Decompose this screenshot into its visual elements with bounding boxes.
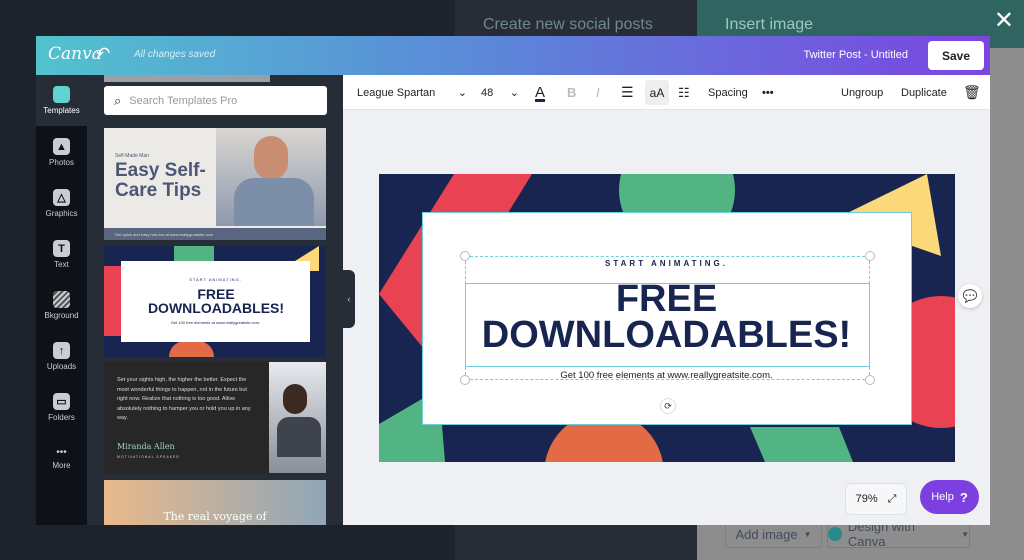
font-family-value: League Spartan — [357, 86, 436, 99]
ungroup-button[interactable]: Ungroup — [841, 75, 883, 110]
case-icon[interactable]: aA — [645, 80, 669, 105]
templates-icon — [53, 86, 70, 103]
white-card[interactable]: START ANIMATING. FREE DOWNLOADABLES! Get… — [422, 212, 912, 425]
duplicate-button[interactable]: Duplicate — [901, 75, 947, 110]
insert-image-title: Insert image — [725, 16, 814, 33]
green-bottom-right-shape — [750, 427, 853, 462]
template-thumbnail[interactable]: START ANIMATING. FREE DOWNLOADABLES! Get… — [104, 246, 326, 357]
background-icon — [53, 291, 70, 308]
more-icon: ••• — [56, 447, 67, 458]
canva-logo: Canva — [48, 44, 102, 64]
document-title[interactable]: Twitter Post - Untitled — [803, 49, 908, 61]
canva-logo-icon — [828, 527, 842, 541]
text-icon: T — [53, 240, 70, 257]
template-kicker: Self-Made Man — [115, 153, 149, 159]
sidebar-item-label: More — [52, 461, 71, 470]
man-photo — [216, 128, 326, 226]
italic-icon[interactable]: I — [596, 75, 600, 110]
sidebar-item-photos[interactable]: ▲ Photos — [36, 127, 87, 178]
text-color-icon[interactable]: A — [535, 75, 545, 110]
design-heading-line1[interactable]: FREE — [423, 280, 910, 318]
sidebar-item-background[interactable]: Bkground — [36, 280, 87, 331]
caret-down-icon: ▼ — [803, 529, 812, 539]
close-button[interactable]: ✕ — [994, 6, 1014, 35]
more-options-icon[interactable]: ••• — [762, 75, 774, 110]
design-heading-line2[interactable]: DOWNLOADABLES! — [423, 316, 910, 354]
graphics-icon: △ — [53, 189, 70, 206]
sidebar-item-label: Bkground — [44, 311, 79, 320]
orange-shape — [169, 341, 214, 357]
help-label: Help — [931, 491, 954, 503]
template-footer: Get 100 free elements at www.reallygreat… — [170, 320, 261, 325]
templates-panel: ⌕ Search Templates Pro Self-Made Man Easy… — [87, 75, 343, 525]
template-title: The real voyage of — [163, 510, 267, 523]
sidebar-item-templates[interactable]: Templates — [36, 75, 87, 126]
bold-icon[interactable]: B — [567, 75, 576, 110]
search-input[interactable]: ⌕ Search Templates Pro — [104, 86, 327, 115]
trash-icon[interactable]: 🗑 — [963, 75, 981, 110]
photos-icon: ▲ — [53, 138, 70, 155]
help-button[interactable]: Help? — [920, 480, 979, 514]
save-button[interactable]: Save — [928, 41, 984, 70]
template-card: START ANIMATING. FREE DOWNLOADABLES! Get… — [121, 261, 310, 342]
add-comment-icon[interactable]: 💬 — [958, 284, 982, 308]
question-icon: ? — [959, 489, 968, 505]
template-title: Easy Self-Care Tips — [115, 160, 206, 201]
undo-icon[interactable]: ↶ — [96, 44, 110, 64]
sidebar-item-label: Photos — [49, 158, 74, 167]
sidebar-item-label: Graphics — [45, 209, 78, 218]
template-thumbnail[interactable]: Self-Made Man Easy Self-Care Tips Get qu… — [104, 128, 326, 240]
uploads-icon: ↑ — [53, 342, 70, 359]
folders-icon: ▭ — [53, 393, 70, 410]
sidebar-item-label: Templates — [43, 106, 80, 115]
sidebar-item-label: Text — [54, 260, 69, 269]
sidebar-item-more[interactable]: ••• More — [36, 433, 87, 484]
search-placeholder: Search Templates Pro — [129, 94, 238, 107]
list-icon[interactable]: ☷ — [678, 75, 690, 110]
design-canvas[interactable]: START ANIMATING. FREE DOWNLOADABLES! Get… — [379, 174, 955, 462]
template-thumbnail[interactable]: Set your sights high, the higher the bet… — [104, 362, 326, 473]
template-footer: Get quick and easy how-tos at www.really… — [104, 228, 326, 240]
align-center-icon[interactable]: ☰ — [621, 75, 634, 110]
editor-header: Canva ↶ All changes saved Twitter Post -… — [36, 36, 990, 75]
collapse-panel-button[interactable]: ‹ — [343, 270, 355, 328]
add-image-label: Add image — [735, 526, 798, 542]
font-size-dropdown[interactable]: 48 ⌄ — [481, 75, 519, 110]
fullscreen-icon[interactable]: ⤢ — [888, 493, 897, 506]
design-footer[interactable]: Get 100 free elements at www.reallygreat… — [423, 370, 910, 381]
rotate-icon[interactable]: ⟳ — [660, 398, 676, 414]
chevron-down-icon: ⌄ — [509, 87, 519, 99]
font-size-value: 48 — [481, 86, 494, 99]
woman-photo — [269, 362, 326, 473]
background-title: Create new social posts — [483, 16, 653, 33]
font-family-dropdown[interactable]: League Spartan ⌄ — [357, 75, 467, 110]
canva-editor-modal: Canva ↶ All changes saved Twitter Post -… — [36, 36, 990, 525]
template-name: Miranda Allen — [117, 442, 175, 451]
search-icon: ⌕ — [114, 92, 122, 108]
text-toolbar: League Spartan ⌄ 48 ⌄ A B I ☰ aA ☷ Spacing… — [343, 75, 990, 110]
caret-down-icon: ▼ — [961, 529, 969, 539]
sidebar-item-uploads[interactable]: ↑ Uploads — [36, 331, 87, 382]
template-quote: Set your sights high, the higher the bet… — [117, 377, 251, 421]
save-status: All changes saved — [134, 49, 216, 60]
chevron-down-icon: ⌄ — [457, 87, 467, 99]
design-kicker[interactable]: START ANIMATING. — [423, 259, 910, 268]
sidebar-item-label: Folders — [48, 413, 75, 422]
spacing-button[interactable]: Spacing — [708, 75, 748, 110]
template-thumbnail[interactable] — [104, 75, 270, 82]
template-thumbnail[interactable]: The real voyage of — [104, 480, 326, 525]
sidebar-item-graphics[interactable]: △ Graphics — [36, 178, 87, 229]
sidebar: Templates ▲ Photos △ Graphics T Text Bkgrou… — [36, 75, 87, 525]
template-title: FREE DOWNLOADABLES! — [147, 286, 285, 316]
zoom-level: 79% — [855, 493, 878, 505]
zoom-control[interactable]: 79% ⤢ — [845, 483, 907, 515]
template-role: MOTIVATIONAL SPEAKER — [117, 455, 180, 459]
sidebar-item-folders[interactable]: ▭ Folders — [36, 382, 87, 433]
sidebar-item-text[interactable]: T Text — [36, 229, 87, 280]
template-kicker: START ANIMATING. — [189, 277, 242, 282]
sidebar-item-label: Uploads — [46, 362, 77, 371]
